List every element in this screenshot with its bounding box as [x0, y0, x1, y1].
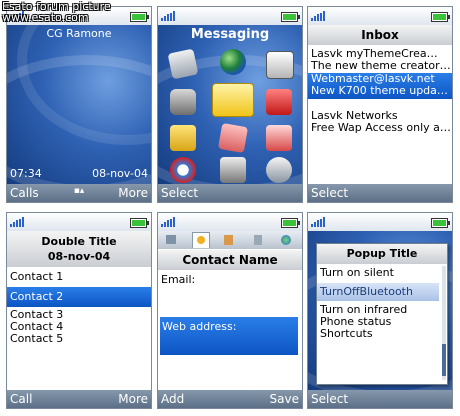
- envelope-icon[interactable]: [212, 83, 254, 117]
- calculator-icon[interactable]: [266, 125, 292, 151]
- inbox-screen: Inbox Lasvk myThemeCrea… The new theme c…: [307, 6, 453, 203]
- clock: 07:34: [10, 167, 42, 180]
- softkey-bar: Select: [158, 184, 302, 202]
- globe-icon[interactable]: [220, 49, 246, 75]
- card-tab-icon[interactable]: [166, 235, 176, 244]
- calls-softkey[interactable]: Calls: [10, 186, 39, 200]
- inbox-item-preview: Free Wap Access only a…: [311, 121, 451, 134]
- settings-icon[interactable]: [266, 157, 292, 183]
- contact-item[interactable]: Contact 4: [7, 321, 151, 333]
- softkey-bar: Call More: [7, 390, 151, 408]
- tab-bar: [158, 231, 302, 249]
- select-softkey[interactable]: Select: [311, 392, 348, 406]
- email-label: Email:: [161, 273, 196, 286]
- doc-tab-icon[interactable]: [254, 235, 262, 245]
- contact-item[interactable]: Contact 1: [7, 271, 151, 283]
- popup-item[interactable]: Turn on infrared: [317, 304, 439, 316]
- softkey-bar: Select: [308, 390, 452, 408]
- notes-icon[interactable]: [217, 122, 249, 154]
- menu-title: Messaging: [190, 27, 270, 42]
- fm-radio-icon[interactable]: [220, 157, 246, 183]
- contact-item-selected[interactable]: Contact 2: [7, 287, 151, 307]
- operator-name: CG Ramone: [46, 27, 112, 40]
- popup-item[interactable]: Turn on silent: [317, 267, 439, 279]
- wallpaper: [7, 7, 151, 195]
- softkey-bar: Select: [308, 184, 452, 202]
- popup-title: Popup Title: [317, 244, 447, 264]
- popup-scrollbar[interactable]: [442, 266, 446, 380]
- softkey-bar: Calls ▪▴ More: [7, 184, 151, 202]
- inbox-item[interactable]: Lasvk myThemeCrea… The new theme creator…: [308, 48, 452, 74]
- signal-icon: [10, 217, 26, 227]
- person-tab-icon[interactable]: [192, 232, 210, 248]
- contact-edit-screen: Contact Name Email: Web address: Add Sav…: [157, 212, 303, 409]
- contacts-icon[interactable]: [167, 48, 199, 80]
- inbox-item-preview: New K700 theme upda…: [311, 84, 448, 97]
- battery-icon: [130, 218, 149, 228]
- status-bar: [7, 213, 151, 231]
- select-softkey[interactable]: Select: [311, 186, 348, 200]
- call-softkey[interactable]: Call: [10, 392, 32, 406]
- folder-icon[interactable]: [170, 125, 196, 151]
- inbox-item[interactable]: Lasvk Networks Free Wap Access only a…: [308, 110, 452, 136]
- watermark-line2: www.esato.com: [2, 11, 89, 24]
- header-title: Double Title: [41, 235, 117, 248]
- more-softkey[interactable]: More: [118, 392, 148, 406]
- inbox-title: Inbox: [308, 25, 452, 45]
- inbox-item-selected[interactable]: Webmaster@lasvk.net New K700 theme upda…: [308, 73, 452, 99]
- battery-icon: [431, 12, 450, 22]
- note-tab-icon[interactable]: [224, 235, 233, 245]
- save-softkey[interactable]: Save: [270, 392, 299, 406]
- popup-dialog: Popup Title Turn on silent TurnOffBlueto…: [316, 243, 448, 385]
- web-address-label: Web address:: [162, 320, 237, 333]
- battery-icon: [281, 12, 300, 22]
- popup-item[interactable]: Shortcuts: [317, 328, 439, 340]
- globe-tab-icon[interactable]: [281, 235, 291, 245]
- web-address-field[interactable]: Web address:: [160, 317, 298, 355]
- signal-icon: [311, 217, 327, 227]
- organizer-icon[interactable]: [266, 89, 292, 115]
- select-softkey[interactable]: Select: [161, 186, 198, 200]
- media-player-icon[interactable]: [266, 51, 294, 79]
- date: 08-nov-04: [92, 167, 148, 180]
- signal-icon: [311, 11, 327, 21]
- signal-icon: [161, 217, 177, 227]
- status-bar: [308, 7, 452, 25]
- standby-screen: CG Ramone 07:34 08-nov-04 Calls ▪▴ More: [6, 6, 152, 203]
- messaging-screen: Messaging Select: [157, 6, 303, 203]
- popup-item-selected[interactable]: TurnOffBluetooth: [317, 283, 439, 301]
- inbox-item-preview: The new theme creator…: [311, 59, 451, 72]
- email-field[interactable]: [161, 287, 297, 317]
- sync-icon[interactable]: [170, 157, 196, 183]
- battery-icon: [431, 218, 450, 228]
- softkey-bar: Add Save: [158, 390, 302, 408]
- popup-screen: Popup Title Turn on silent TurnOffBlueto…: [307, 212, 453, 409]
- contact-item[interactable]: Contact 5: [7, 333, 151, 345]
- double-title-header: Double Title 08-nov-04: [7, 231, 151, 267]
- popup-item[interactable]: Phone status: [317, 316, 439, 328]
- signal-icon: [161, 11, 177, 21]
- more-softkey[interactable]: More: [118, 186, 148, 200]
- status-bar: [158, 213, 302, 231]
- scrollbar-thumb[interactable]: [442, 344, 446, 376]
- header-subtitle: 08-nov-04: [47, 250, 111, 263]
- double-title-screen: Double Title 08-nov-04 Contact 1 Contact…: [6, 212, 152, 409]
- battery-icon: [281, 218, 300, 228]
- status-bar: [308, 213, 452, 231]
- contact-title: Contact Name: [158, 250, 302, 270]
- joystick-icon: ▪▴: [73, 186, 85, 196]
- camera-icon[interactable]: [170, 89, 196, 115]
- contact-item[interactable]: Contact 3: [7, 309, 151, 321]
- add-softkey[interactable]: Add: [161, 392, 184, 406]
- status-bar: [158, 7, 302, 25]
